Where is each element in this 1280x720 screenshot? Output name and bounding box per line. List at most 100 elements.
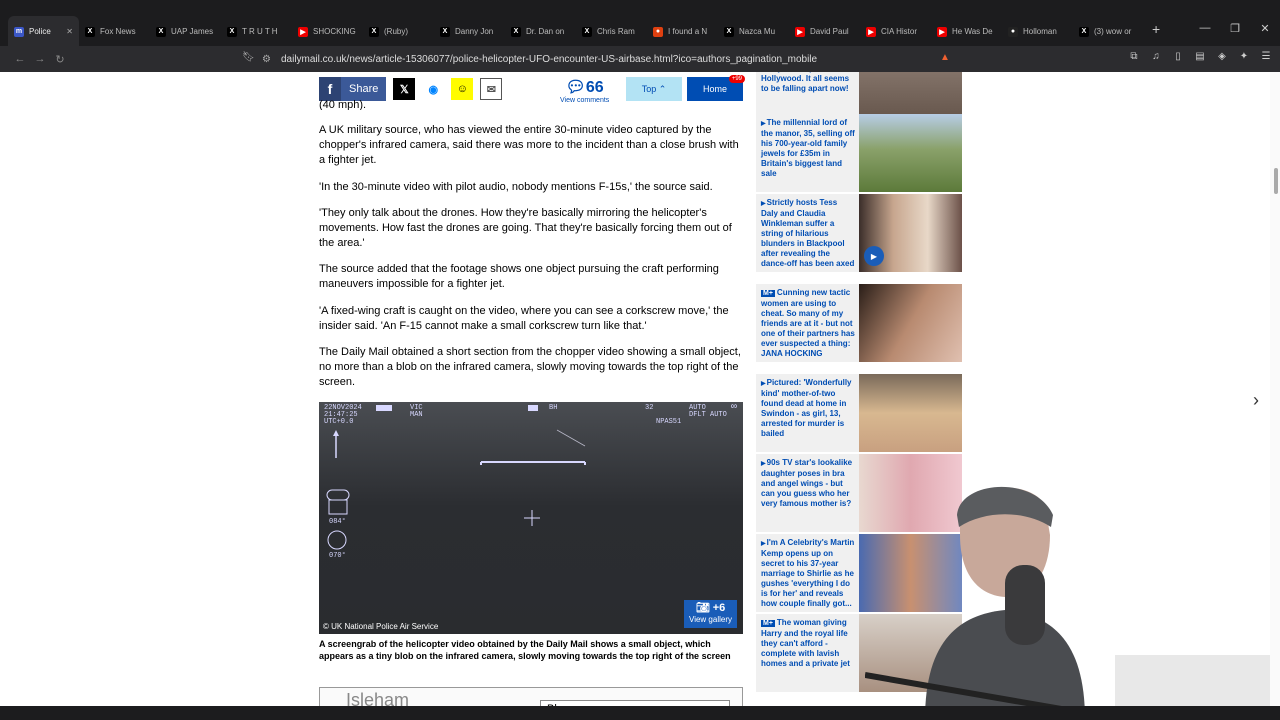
top-button[interactable]: Top ⌃: [626, 77, 682, 101]
mail-plus-badge-icon: M+: [761, 620, 775, 627]
scrollbar-thumb[interactable]: [1274, 168, 1278, 194]
sidebar-story-thumbnail[interactable]: [859, 284, 962, 362]
sidebar-story-headline: everyone's lips in Hollywood. It all see…: [761, 72, 850, 93]
browser-tab[interactable]: X Chris Ram: [576, 16, 647, 47]
article-paragraph: The Daily Mail obtained a short section …: [319, 346, 741, 388]
tab-title: Fox News: [100, 27, 136, 36]
infrared-video-still[interactable]: 22NOV2024 21:47:25 UTC+0.0 VIC MAN BH 32…: [319, 402, 743, 634]
minimize-icon[interactable]: —: [1190, 22, 1220, 35]
page-scrollbar[interactable]: [1270, 72, 1280, 720]
sidebar-story-thumbnail[interactable]: [859, 374, 962, 452]
comment-count: 66: [585, 79, 604, 96]
browser-tab[interactable]: X Nazca Mu: [718, 16, 789, 47]
article-paragraph: A UK military source, who has viewed the…: [319, 124, 739, 166]
tab-title: Holloman: [1023, 27, 1057, 36]
tab-title: (Ruby): [384, 27, 409, 36]
bookmark-icon[interactable]: 🔖︎: [242, 52, 255, 63]
browser-tab[interactable]: ● Holloman: [1002, 16, 1073, 47]
brave-shield-icon[interactable]: ▲: [940, 52, 950, 63]
tab-favicon-icon: ▶: [866, 26, 876, 37]
sidebar-story[interactable]: ▶Pictured: 'Wonderfully kind' mother-of-…: [756, 374, 962, 452]
article-paragraph: The source added that the footage shows …: [319, 263, 719, 290]
reload-icon[interactable]: ↻: [50, 53, 70, 66]
wallet-icon[interactable]: ▤: [1194, 51, 1206, 62]
browser-tab[interactable]: X Fox News: [79, 16, 150, 47]
browser-toolbar: ← → ↻ 🔖︎ ⚙ dailymail.co.uk/news/article-…: [0, 46, 1280, 72]
tab-favicon-icon: ●: [653, 26, 663, 37]
browser-tab[interactable]: ▶ He Was De: [931, 16, 1002, 47]
browser-tab[interactable]: X UAP James: [150, 16, 221, 47]
tab-favicon-icon: ▶: [937, 26, 947, 37]
restore-icon[interactable]: ❐: [1220, 22, 1250, 35]
tab-favicon-icon: ●: [1008, 26, 1018, 37]
sidebar-story[interactable]: M+ Cunning new tactic women are using to …: [756, 284, 962, 362]
article-paragraph: 'A fixed-wing craft is caught on the vid…: [319, 305, 729, 332]
sidebar-story[interactable]: ▶Strictly hosts Tess Daly and Claudia Wi…: [756, 194, 962, 272]
site-info-icon[interactable]: ⚙: [262, 54, 271, 65]
hud-angle-2: 070°: [329, 552, 346, 560]
browser-tab[interactable]: ▶ SHOCKING: [292, 16, 363, 47]
mail-plus-badge-icon: M+: [761, 290, 775, 297]
address-bar[interactable]: ⚙ dailymail.co.uk/news/article-15306077/…: [262, 48, 980, 70]
sidebar-story-text: ▶Pictured: 'Wonderfully kind' mother-of-…: [761, 378, 855, 439]
sidebar-story-thumbnail[interactable]: [859, 114, 962, 192]
vpn-icon[interactable]: ◈: [1216, 51, 1228, 62]
browser-tab[interactable]: XT R U T H: [221, 16, 292, 47]
tab-favicon-icon: X: [156, 26, 166, 37]
tab-title: Danny Jon: [455, 27, 494, 36]
extensions-icon[interactable]: ⧉: [1128, 51, 1140, 62]
tab-favicon-icon: ▶: [795, 26, 805, 37]
close-window-icon[interactable]: ✕: [1250, 22, 1280, 35]
messenger-share-icon[interactable]: ◉: [422, 78, 444, 100]
sidebar-icon[interactable]: ▯: [1172, 51, 1184, 62]
x-share-icon[interactable]: 𝕏: [393, 78, 416, 100]
media-icon[interactable]: ♫: [1150, 51, 1162, 62]
url-text: dailymail.co.uk/news/article-15306077/po…: [280, 53, 818, 65]
tab-title: Nazca Mu: [739, 27, 776, 36]
sidebar-story-headline: Pictured: 'Wonderfully kind' mother-of-t…: [761, 378, 852, 438]
email-share-icon[interactable]: ✉: [480, 78, 503, 100]
browser-tab[interactable]: ● I found a N: [647, 16, 718, 47]
tab-close-icon[interactable]: ✕: [66, 27, 73, 36]
tab-title: David Paul: [810, 27, 849, 36]
facebook-share-button[interactable]: f Share: [319, 77, 387, 101]
browser-tab[interactable]: X (3) wow or: [1073, 16, 1144, 47]
browser-tab[interactable]: ▶ CIA Histor: [860, 16, 931, 47]
home-label: Home: [702, 84, 727, 94]
home-button[interactable]: Home +99: [687, 75, 745, 101]
new-tab-button[interactable]: +: [1152, 21, 1160, 37]
sidebar-story-headline: Cunning new tactic women are using to ch…: [761, 288, 855, 358]
tab-favicon-icon: X: [85, 26, 95, 37]
tab-title: Dr. Dan on: [526, 27, 565, 36]
streamer-webcam-overlay: [865, 486, 1280, 720]
forward-icon[interactable]: →: [30, 53, 50, 65]
image-caption: A screengrab of the helicopter video obt…: [319, 639, 731, 661]
browser-tab[interactable]: X Danny Jon: [434, 16, 505, 47]
share-bar: f Share 𝕏 ◉ ☺ ✉ 💬︎66 View comments Top ⌃…: [319, 75, 745, 104]
article-paragraph: 'They only talk about the drones. How th…: [319, 207, 732, 249]
tab-title: (3) wow or: [1094, 27, 1132, 36]
menu-icon[interactable]: ☰: [1260, 51, 1272, 62]
next-arrow-icon[interactable]: ›: [1253, 390, 1259, 411]
sidebar-story[interactable]: ▶The millennial lord of the manor, 35, s…: [756, 114, 962, 192]
bullet-arrow-icon: ▶: [761, 201, 766, 207]
leo-icon[interactable]: ✦: [1238, 51, 1250, 62]
video-credit: © UK National Police Air Service: [323, 622, 439, 631]
tab-title: CIA Histor: [881, 27, 918, 36]
sidebar-story-text: ▶Strictly hosts Tess Daly and Claudia Wi…: [761, 198, 855, 269]
snapchat-share-icon[interactable]: ☺: [451, 78, 474, 100]
tab-favicon-icon: X: [724, 26, 734, 37]
browser-tab[interactable]: ▶ David Paul: [789, 16, 860, 47]
back-icon[interactable]: ←: [10, 53, 30, 65]
view-gallery-button[interactable]: 📷︎ +6 View gallery: [684, 600, 737, 628]
comment-bubble-icon: 💬︎: [565, 79, 586, 96]
browser-tab[interactable]: X Dr. Dan on: [505, 16, 576, 47]
tab-favicon-icon: X: [440, 26, 450, 37]
article-partial-text: (40 mph).: [319, 100, 367, 110]
tab-strip: m Police ✕ X Fox News X UAP James X T R U T H ▶ SH…: [0, 0, 1280, 47]
browser-tab[interactable]: X (Ruby): [363, 16, 434, 47]
browser-tab[interactable]: m Police ✕: [8, 16, 79, 47]
sidebar-story-thumbnail[interactable]: ▶: [859, 194, 962, 272]
tab-title: Chris Ram: [597, 27, 635, 36]
play-icon[interactable]: ▶: [864, 246, 884, 266]
